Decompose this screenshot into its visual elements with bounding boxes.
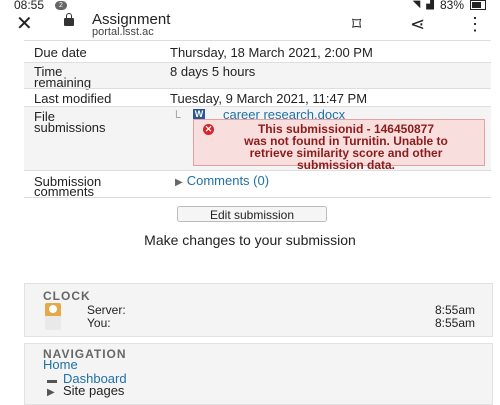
battery-percent: 83%: [439, 0, 464, 12]
server-time: 8:55am: [434, 303, 475, 317]
nav-item-site-pages[interactable]: ▶ Site pages: [47, 383, 124, 398]
edit-submission-button[interactable]: Edit submission: [177, 206, 327, 222]
due-date-label: Due date: [34, 45, 87, 60]
server-label: Server:: [87, 303, 126, 317]
user-avatar: [45, 316, 61, 330]
file-submissions-label-2: submissions: [34, 120, 106, 135]
row-due-date: Due date Thursday, 18 March 2021, 2:00 P…: [24, 40, 491, 63]
clock-heading: CLOCK: [43, 289, 91, 303]
submission-comments-label-2: comments: [34, 184, 94, 199]
page-url[interactable]: portal.lsst.ac: [92, 27, 154, 38]
clock-you-row: You: 8:55am: [45, 316, 475, 330]
close-icon[interactable]: ✕: [16, 14, 33, 34]
signal-icon: ▟: [426, 0, 434, 10]
lock-icon: [64, 13, 74, 26]
share-icon[interactable]: ⋖: [410, 14, 425, 34]
nav-home-link[interactable]: Home: [43, 357, 78, 372]
server-avatar: [45, 303, 61, 317]
last-modified-label: Last modified: [34, 91, 112, 106]
turnitin-error-message: ✕ This submissionid - 146450877 was not …: [193, 119, 485, 171]
expand-triangle-icon: ▶: [175, 177, 183, 188]
tree-connector-icon: └: [172, 110, 181, 124]
navigation-block: NAVIGATION Home ▬ Dashboard ▶ Site pages: [24, 343, 493, 405]
comments-link[interactable]: Comments (0): [187, 173, 269, 188]
notification-badge: 2: [55, 1, 67, 10]
error-text: This submissionid - 146450877 was not fo…: [208, 123, 484, 171]
row-last-modified: Last modified Tuesday, 9 March 2021, 11:…: [24, 88, 491, 107]
you-time: 8:55am: [434, 316, 475, 330]
last-modified-value: Tuesday, 9 March 2021, 11:47 PM: [170, 91, 368, 106]
more-icon[interactable]: ⋮: [466, 14, 484, 34]
row-time-remaining: Time remaining 8 days 5 hours: [24, 62, 491, 89]
nav-site-pages-label[interactable]: Site pages: [63, 383, 124, 398]
wifi-icon: ◥: [412, 0, 421, 10]
status-time: 08:55: [14, 0, 45, 12]
expand-triangle-icon: ▶: [47, 387, 55, 398]
clock-block: CLOCK Server: 8:55am You: 8:55am: [24, 283, 493, 337]
status-bar: 08:55 2 ◥ ▟ 83%: [0, 0, 500, 12]
battery-icon: [470, 0, 486, 10]
you-label: You:: [87, 316, 111, 330]
clock-server-row: Server: 8:55am: [45, 303, 475, 317]
comments-toggle[interactable]: ▶ Comments (0): [175, 173, 269, 188]
time-remaining-value: 8 days 5 hours: [170, 64, 256, 79]
status-right: ◥ ▟ 83%: [413, 0, 486, 11]
due-date-value: Thursday, 18 March 2021, 2:00 PM: [170, 45, 373, 60]
browser-app-bar: ✕ Assignment portal.lsst.ac ⌑ ⋖ ⋮: [0, 12, 500, 38]
bookmark-icon[interactable]: ⌑: [352, 14, 361, 34]
edit-submission-hint: Make changes to your submission: [144, 232, 356, 248]
